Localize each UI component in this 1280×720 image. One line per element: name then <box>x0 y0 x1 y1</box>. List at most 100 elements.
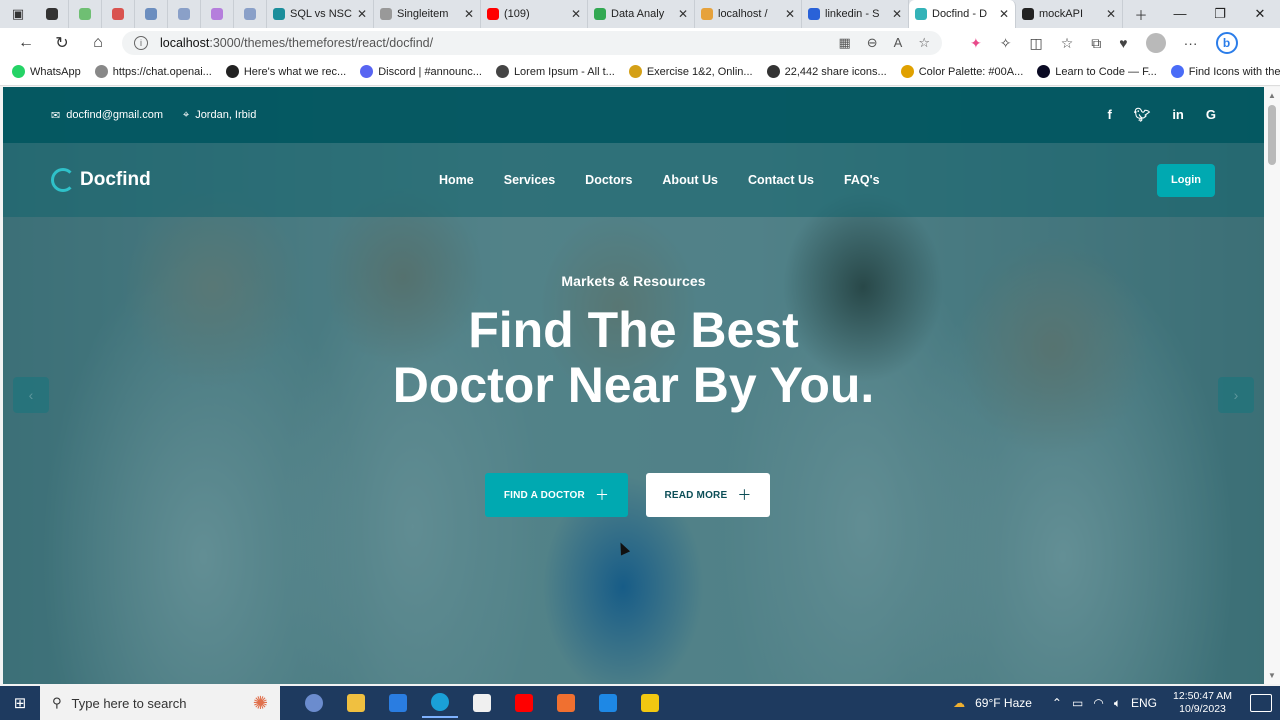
browser-tab[interactable] <box>69 0 102 28</box>
read-aloud-icon[interactable]: A <box>894 35 903 51</box>
tab-close-icon[interactable]: ✕ <box>999 7 1009 21</box>
tab-close-icon[interactable]: ✕ <box>571 7 581 21</box>
home-icon[interactable]: ⌂ <box>80 34 116 52</box>
app-icon-mail[interactable] <box>380 688 416 718</box>
browser-tab[interactable]: SQL vs NSC ✕ <box>267 0 374 28</box>
nav-item-contact-us[interactable]: Contact Us <box>748 173 814 187</box>
browser-tab[interactable] <box>36 0 69 28</box>
tab-actions-icon[interactable]: ▣ <box>0 0 36 28</box>
apps-icon[interactable]: ▦ <box>838 35 850 51</box>
browser-tab[interactable] <box>102 0 135 28</box>
bookmark-item[interactable]: Find Icons with the... <box>1170 65 1280 78</box>
app-icon-file-explorer[interactable] <box>338 688 374 718</box>
login-button[interactable]: Login <box>1157 163 1215 197</box>
browser-tab[interactable] <box>168 0 201 28</box>
bookmark-item[interactable]: 22,442 share icons... <box>766 65 887 78</box>
app-icon-edge[interactable] <box>422 688 458 718</box>
scroll-down-icon[interactable]: ▼ <box>1268 671 1276 680</box>
collections-icon[interactable]: ⧉ <box>1091 35 1101 52</box>
site-info-icon[interactable]: i <box>134 36 148 50</box>
minimize-icon[interactable]: — <box>1160 6 1200 22</box>
new-tab-button[interactable]: ＋ <box>1123 0 1159 28</box>
windows-start-icon[interactable]: ⊞ <box>0 686 40 720</box>
tab-close-icon[interactable]: ✕ <box>1106 7 1116 21</box>
tray-expand-icon[interactable]: ⌃ <box>1052 696 1062 710</box>
bookmark-item[interactable]: Color Palette: #00A... <box>900 65 1024 78</box>
linkedin-icon[interactable]: in <box>1172 107 1184 123</box>
google-icon[interactable]: G <box>1206 107 1216 123</box>
browser-tab[interactable]: localhost / ✕ <box>695 0 802 28</box>
nav-item-about-us[interactable]: About Us <box>662 173 718 187</box>
logo-mark-icon <box>51 168 75 192</box>
bookmark-label: Color Palette: #00A... <box>918 65 1024 78</box>
maximize-icon[interactable]: ❐ <box>1200 6 1240 22</box>
more-menu-icon[interactable]: ··· <box>1184 35 1198 51</box>
tab-title: (109) <box>504 8 530 20</box>
browser-tab[interactable]: linkedin - S ✕ <box>802 0 909 28</box>
weather-text[interactable]: 69°F Haze <box>975 696 1032 710</box>
bookmark-item[interactable]: Discord | #announc... <box>360 65 482 78</box>
bookmark-label: https://chat.openai... <box>112 65 212 78</box>
bookmark-item[interactable]: WhatsApp <box>12 65 81 78</box>
back-icon[interactable]: ← <box>8 34 44 52</box>
browser-tab[interactable]: Data Analy ✕ <box>588 0 695 28</box>
nav-item-services[interactable]: Services <box>504 173 555 187</box>
tab-favicon-icon <box>380 8 392 20</box>
bookmark-item[interactable]: https://chat.openai... <box>94 65 212 78</box>
wifi-icon[interactable]: ◠ <box>1093 696 1103 710</box>
app-icon-store[interactable] <box>464 688 500 718</box>
browser-tab[interactable] <box>234 0 267 28</box>
nav-item-faq-s[interactable]: FAQ's <box>844 173 880 187</box>
scroll-up-icon[interactable]: ▲ <box>1268 91 1276 100</box>
app-icon-youtube[interactable] <box>506 688 542 718</box>
nav-item-home[interactable]: Home <box>439 173 474 187</box>
bookmark-item[interactable]: Learn to Code — F... <box>1037 65 1157 78</box>
profile-avatar[interactable] <box>1145 33 1166 53</box>
notifications-icon[interactable] <box>1250 694 1272 712</box>
browser-tab[interactable]: Singleitem ✕ <box>374 0 481 28</box>
system-clock[interactable]: 12:50:47 AM 10/9/2023 <box>1173 690 1232 716</box>
email-contact[interactable]: ✉ docfind@gmail.com <box>51 109 163 122</box>
favorites-icon[interactable]: ☆ <box>1061 35 1074 52</box>
taskbar-search[interactable]: ⚲ Type here to search ✺ <box>40 686 280 720</box>
browser-tab[interactable] <box>201 0 234 28</box>
refresh-icon[interactable]: ↻ <box>44 33 80 53</box>
find-doctor-button[interactable]: FIND A DOCTOR ＋ <box>485 473 628 517</box>
performance-icon[interactable]: ♥ <box>1119 35 1127 51</box>
nav-item-doctors[interactable]: Doctors <box>585 173 632 187</box>
zoom-icon[interactable]: ⊖ <box>867 35 878 51</box>
tab-close-icon[interactable]: ✕ <box>892 7 902 21</box>
twitter-icon[interactable]: 🐦︎ <box>1134 107 1151 123</box>
app-icon-postman[interactable] <box>548 688 584 718</box>
close-window-icon[interactable]: ✕ <box>1240 6 1280 22</box>
language-indicator[interactable]: ENG <box>1131 696 1157 710</box>
site-logo[interactable]: Docfind <box>51 168 351 192</box>
extensions-icon[interactable]: ✧ <box>1000 35 1012 52</box>
favorite-star-icon[interactable]: ☆ <box>918 35 930 51</box>
facebook-icon[interactable]: f <box>1107 107 1111 123</box>
copilot-icon[interactable]: b <box>1215 32 1238 54</box>
extension-color-icon[interactable]: ✦ <box>970 35 982 52</box>
browser-tab[interactable]: mockAPI ✕ <box>1016 0 1123 28</box>
tab-close-icon[interactable]: ✕ <box>357 7 367 21</box>
browser-tab[interactable] <box>135 0 168 28</box>
app-icon-powerbi[interactable] <box>632 688 668 718</box>
tab-close-icon[interactable]: ✕ <box>678 7 688 21</box>
bookmark-item[interactable]: Exercise 1&2, Onlin... <box>628 65 753 78</box>
bookmark-item[interactable]: Here's what we rec... <box>225 65 346 78</box>
app-icon-vscode[interactable] <box>590 688 626 718</box>
browser-tab[interactable]: (109) ✕ <box>481 0 588 28</box>
bookmark-item[interactable]: Lorem Ipsum - All t... <box>495 65 615 78</box>
browser-tab[interactable]: Docfind - D ✕ <box>909 0 1016 28</box>
read-more-button[interactable]: READ MORE ＋ <box>646 473 770 517</box>
tab-close-icon[interactable]: ✕ <box>785 7 795 21</box>
tab-close-icon[interactable]: ✕ <box>464 7 474 21</box>
plus-icon: ＋ <box>594 487 610 503</box>
scrollbar-thumb[interactable] <box>1268 105 1276 165</box>
volume-icon[interactable]: 🔈︎ <box>1114 696 1121 711</box>
app-icon-chat[interactable] <box>296 688 332 718</box>
url-input[interactable]: i localhost:3000/themes/themeforest/reac… <box>122 31 942 55</box>
split-screen-icon[interactable]: ◫ <box>1029 35 1042 52</box>
battery-icon[interactable]: ▭ <box>1072 696 1083 710</box>
page-scrollbar[interactable]: ▲ ▼ <box>1264 87 1280 684</box>
